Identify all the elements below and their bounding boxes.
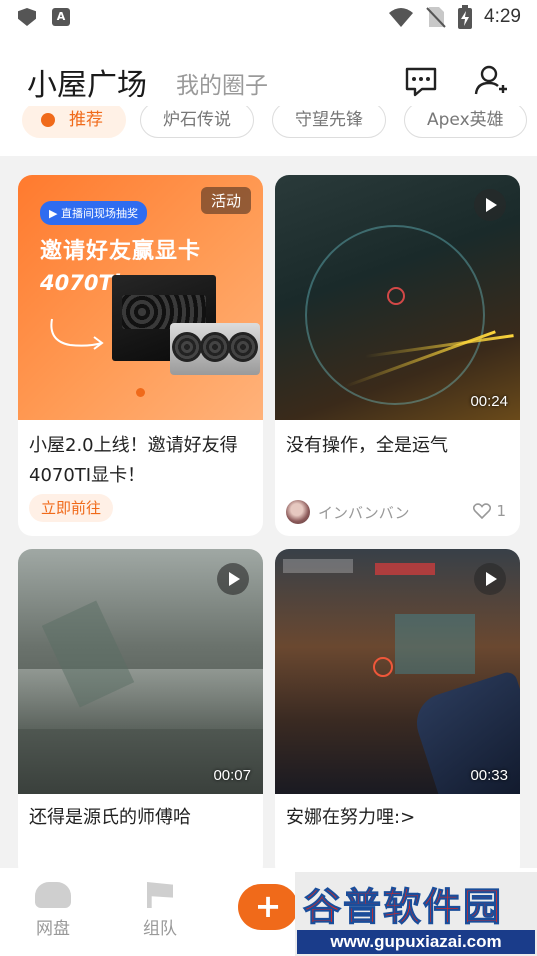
- status-bar: A 4:29: [0, 0, 537, 36]
- arrow-doodle-icon: [50, 318, 104, 350]
- avatar[interactable]: [286, 500, 310, 524]
- video-thumbnail[interactable]: 00:07: [18, 549, 263, 794]
- play-icon[interactable]: [474, 563, 506, 595]
- banner-headline: 邀请好友赢显卡: [40, 239, 202, 264]
- cloud-icon: [35, 882, 71, 908]
- watermark-url: www.gupuxiazai.com: [297, 930, 535, 954]
- post-card[interactable]: 00:24 没有操作，全是运气 インバンバン 1: [275, 175, 520, 536]
- add-user-icon[interactable]: [472, 62, 510, 100]
- live-draw-badge: ▶ 直播间现场抽奖: [40, 201, 147, 225]
- tab-recommend[interactable]: 推荐: [22, 106, 126, 138]
- post-title[interactable]: 安娜在努力哩:>: [286, 803, 510, 833]
- page-title[interactable]: 小屋广场: [27, 60, 147, 104]
- post-title[interactable]: 小屋2.0上线！邀请好友得4070TI显卡！: [29, 431, 253, 491]
- nav-cloud-drive[interactable]: 网盘: [18, 882, 88, 939]
- go-now-button[interactable]: 立即前往: [29, 494, 114, 522]
- post-card[interactable]: 00:33 安娜在努力哩:>: [275, 549, 520, 879]
- nav-team-up[interactable]: 组队: [125, 882, 195, 939]
- wifi-icon: [389, 8, 414, 27]
- tab-hearthstone[interactable]: 炉石传说: [140, 106, 254, 138]
- play-icon[interactable]: [474, 189, 506, 221]
- like-count[interactable]: 1: [473, 502, 506, 520]
- post-card[interactable]: 00:07 还得是源氏的师傅哈: [18, 549, 263, 879]
- clock: 4:29: [484, 6, 521, 27]
- author-name: インバンバン: [318, 503, 410, 522]
- post-title[interactable]: 没有操作，全是运气: [286, 431, 510, 461]
- video-thumbnail[interactable]: 00:24: [275, 175, 520, 420]
- event-tag: 活动: [200, 187, 251, 214]
- my-circles-tab[interactable]: 我的圈子: [176, 66, 268, 100]
- tab-apex[interactable]: Apex英雄: [404, 106, 527, 138]
- create-post-button[interactable]: +: [238, 884, 298, 930]
- video-thumbnail[interactable]: 00:33: [275, 549, 520, 794]
- gpu-card-image: [170, 323, 260, 375]
- watermark-logo-text: 谷普软件园: [302, 885, 504, 930]
- play-icon[interactable]: [217, 563, 249, 595]
- video-duration: 00:07: [213, 767, 251, 784]
- heart-icon: [473, 503, 492, 519]
- app-header: 小屋广场 我的圈子 推荐 炉石传说 守望先锋 Apex英雄: [0, 36, 537, 156]
- flag-icon: [147, 882, 173, 908]
- promo-banner[interactable]: ▶ 直播间现场抽奖 邀请好友赢显卡 4070Ti 活动: [18, 175, 263, 420]
- video-duration: 00:33: [470, 767, 508, 784]
- battery-charging-icon: [458, 5, 473, 29]
- post-title[interactable]: 还得是源氏的师傅哈: [29, 803, 253, 833]
- banner-product: 4070Ti: [40, 271, 120, 295]
- site-watermark: 谷普软件园 www.gupuxiazai.com: [295, 872, 537, 956]
- shield-icon: [18, 8, 36, 26]
- no-sim-icon: [426, 7, 446, 28]
- post-author[interactable]: インバンバン: [286, 500, 410, 524]
- chat-bubble-icon[interactable]: [402, 62, 440, 100]
- post-card[interactable]: ▶ 直播间现场抽奖 邀请好友赢显卡 4070Ti 活动 小屋2.0上线！邀请好友…: [18, 175, 263, 536]
- video-duration: 00:24: [470, 393, 508, 410]
- category-tabs: 推荐 炉石传说 守望先锋 Apex英雄: [22, 106, 537, 140]
- a-icon: A: [52, 8, 70, 26]
- dot-icon: [41, 113, 55, 127]
- tab-overwatch[interactable]: 守望先锋: [272, 106, 386, 138]
